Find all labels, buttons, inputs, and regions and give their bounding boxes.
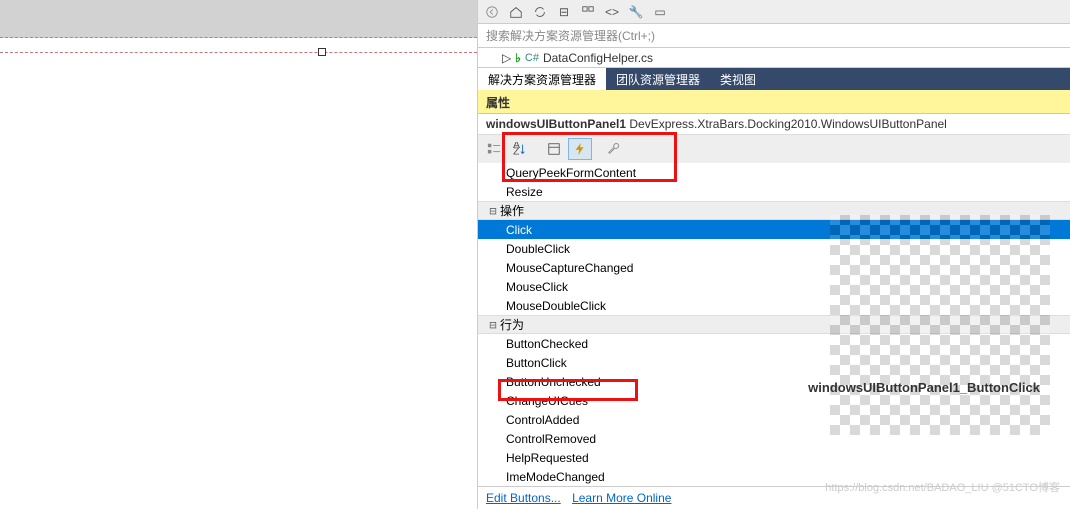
properties-view-icon[interactable] bbox=[542, 138, 566, 160]
category-behavior[interactable]: ⊟行为 bbox=[478, 315, 1070, 334]
selected-object-label[interactable]: windowsUIButtonPanel1 DevExpress.XtraBar… bbox=[478, 114, 1070, 135]
learn-more-link[interactable]: Learn More Online bbox=[572, 491, 671, 505]
watermark-text: https://blog.csdn.net/BADAO_LIU @51CTO博客 bbox=[825, 479, 1060, 495]
tab-solution-explorer[interactable]: 解决方案资源管理器 bbox=[478, 68, 606, 90]
properties-panel-header: 属性 bbox=[478, 90, 1070, 114]
panel-tabs: 解决方案资源管理器 团队资源管理器 类视图 bbox=[478, 68, 1070, 90]
event-row[interactable]: ControlRemoved bbox=[478, 429, 1070, 448]
event-row[interactable]: MouseDoubleClick bbox=[478, 296, 1070, 315]
resize-handle[interactable] bbox=[318, 48, 326, 56]
collapse-icon[interactable]: ⊟ bbox=[486, 204, 500, 218]
event-row[interactable]: ControlAdded bbox=[478, 410, 1070, 429]
tab-team-explorer[interactable]: 团队资源管理器 bbox=[606, 68, 710, 90]
search-input[interactable]: 搜索解决方案资源管理器(Ctrl+;) bbox=[478, 24, 1070, 48]
event-row-buttonclick[interactable]: ButtonClick bbox=[478, 353, 1070, 372]
collapse-icon[interactable]: ⊟ bbox=[554, 3, 574, 21]
properties-toolbar: AZ bbox=[478, 135, 1070, 163]
alphabetical-icon[interactable]: AZ bbox=[508, 138, 532, 160]
properties-icon[interactable]: 🔧 bbox=[626, 3, 646, 21]
solution-explorer-toolbar: ⊟ <> 🔧 ▭ bbox=[478, 0, 1070, 24]
event-row[interactable]: ButtonChecked bbox=[478, 334, 1070, 353]
csharp-icon: ♭ bbox=[515, 51, 521, 65]
events-icon[interactable] bbox=[568, 138, 592, 160]
wrench-icon[interactable] bbox=[602, 138, 626, 160]
event-row[interactable]: MouseCaptureChanged bbox=[478, 258, 1070, 277]
event-row[interactable]: HelpRequested bbox=[478, 448, 1070, 467]
sync-icon[interactable] bbox=[530, 3, 550, 21]
designer-surface[interactable] bbox=[0, 0, 478, 509]
code-icon[interactable]: <> bbox=[602, 3, 622, 21]
designer-guideline bbox=[0, 52, 477, 53]
show-all-icon[interactable] bbox=[578, 3, 598, 21]
expand-icon[interactable]: ▷ bbox=[502, 51, 511, 65]
tab-class-view[interactable]: 类视图 bbox=[710, 68, 766, 90]
properties-event-list: QueryPeekFormContent Resize ⊟操作 Click Do… bbox=[478, 163, 1070, 486]
designer-control-header[interactable] bbox=[0, 0, 477, 38]
file-name: DataConfigHelper.cs bbox=[543, 51, 653, 65]
file-type-badge: C# bbox=[525, 52, 539, 64]
event-row[interactable]: Resize bbox=[478, 182, 1070, 201]
event-row[interactable]: DoubleClick bbox=[478, 239, 1070, 258]
file-tree-item[interactable]: ▷ ♭ C# DataConfigHelper.cs bbox=[478, 48, 1070, 68]
categorized-icon[interactable] bbox=[482, 138, 506, 160]
svg-text:Z: Z bbox=[513, 145, 520, 156]
category-action[interactable]: ⊟操作 bbox=[478, 201, 1070, 220]
event-row[interactable]: MouseClick bbox=[478, 277, 1070, 296]
event-row-click[interactable]: Click bbox=[478, 220, 1070, 239]
back-icon[interactable] bbox=[482, 3, 502, 21]
home-icon[interactable] bbox=[506, 3, 526, 21]
preview-icon[interactable]: ▭ bbox=[650, 3, 670, 21]
event-row[interactable]: QueryPeekFormContent bbox=[478, 163, 1070, 182]
edit-buttons-link[interactable]: Edit Buttons... bbox=[486, 491, 561, 505]
collapse-icon[interactable]: ⊟ bbox=[486, 318, 500, 332]
qr-code-label: windowsUIButtonPanel1_ButtonClick bbox=[808, 380, 1040, 395]
